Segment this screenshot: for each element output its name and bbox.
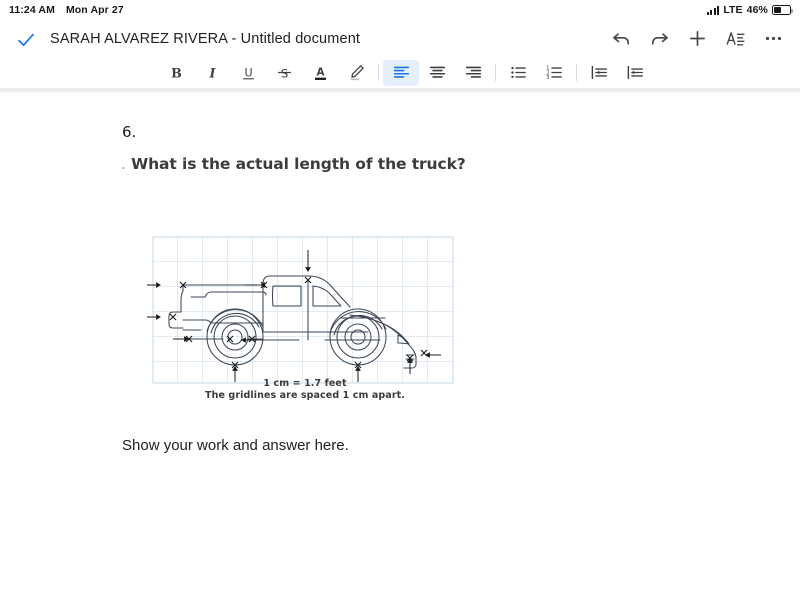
figure-caption-scale: 1 cm = 1.7 feet bbox=[145, 378, 465, 390]
align-right-icon bbox=[464, 63, 483, 82]
undo-button[interactable] bbox=[602, 20, 640, 57]
highlight-button[interactable] bbox=[338, 60, 374, 86]
highlighter-pen-icon bbox=[347, 63, 366, 82]
text-color-button[interactable]: A bbox=[302, 60, 338, 86]
svg-text:I: I bbox=[208, 65, 216, 80]
truck-diagram-image[interactable]: 1 cm = 1.7 feet The gridlines are spaced… bbox=[145, 234, 465, 412]
align-left-button[interactable] bbox=[383, 60, 419, 86]
align-left-icon bbox=[392, 63, 411, 82]
toolbar-divider bbox=[576, 64, 577, 81]
status-bar-right: LTE 46% bbox=[707, 5, 791, 16]
svg-text:S: S bbox=[280, 66, 288, 80]
toolbar-divider bbox=[495, 64, 496, 81]
numbered-list-icon: 1 2 3 bbox=[545, 63, 564, 82]
answer-prompt: Show your work and answer here. bbox=[122, 437, 349, 454]
document-header: SARAH ALVAREZ RIVERA - Untitled document bbox=[0, 20, 800, 57]
figure-caption: 1 cm = 1.7 feet The gridlines are spaced… bbox=[145, 378, 465, 402]
format-toolbar: B I U S A bbox=[0, 57, 800, 88]
bold-button[interactable]: B bbox=[158, 60, 194, 86]
italic-icon: I bbox=[203, 63, 222, 82]
increase-indent-button[interactable] bbox=[617, 60, 653, 86]
text-format-button[interactable] bbox=[716, 20, 754, 57]
done-check-button[interactable] bbox=[14, 28, 38, 52]
increase-indent-icon bbox=[626, 63, 645, 82]
align-center-icon bbox=[428, 63, 447, 82]
svg-text:B: B bbox=[171, 65, 182, 80]
toolbar-divider bbox=[378, 64, 379, 81]
cellular-signal-icon bbox=[707, 6, 720, 15]
align-right-button[interactable] bbox=[455, 60, 491, 86]
svg-text:3: 3 bbox=[546, 75, 549, 81]
status-bar-left: 11:24 AM Mon Apr 27 bbox=[9, 5, 124, 16]
header-actions bbox=[602, 20, 792, 57]
question-lead-dot: . bbox=[121, 155, 126, 173]
bold-icon: B bbox=[167, 63, 186, 82]
strikethrough-button[interactable]: S bbox=[266, 60, 302, 86]
status-network: LTE bbox=[723, 5, 742, 16]
insert-button[interactable] bbox=[678, 20, 716, 57]
underline-icon: U bbox=[239, 63, 258, 82]
question-number: 6. bbox=[122, 125, 136, 140]
text-format-icon bbox=[725, 28, 746, 49]
undo-icon bbox=[611, 28, 632, 49]
svg-text:U: U bbox=[244, 66, 252, 79]
status-date: Mon Apr 27 bbox=[66, 5, 124, 16]
figure-caption-gridnote: The gridlines are spaced 1 cm apart. bbox=[145, 390, 465, 402]
align-center-button[interactable] bbox=[419, 60, 455, 86]
question-text: What is the actual length of the truck? bbox=[131, 155, 466, 173]
document-title[interactable]: SARAH ALVAREZ RIVERA - Untitled document bbox=[50, 20, 360, 57]
status-bar: 11:24 AM Mon Apr 27 LTE 46% bbox=[0, 0, 800, 20]
underline-button[interactable]: U bbox=[230, 60, 266, 86]
status-battery-percent: 46% bbox=[747, 5, 768, 16]
document-canvas[interactable]: 6. . What is the actual length of the tr… bbox=[0, 94, 800, 600]
redo-button[interactable] bbox=[640, 20, 678, 57]
status-time: 11:24 AM bbox=[9, 5, 55, 16]
redo-icon bbox=[649, 28, 670, 49]
numbered-list-button[interactable]: 1 2 3 bbox=[536, 60, 572, 86]
decrease-indent-button[interactable] bbox=[581, 60, 617, 86]
bulleted-list-button[interactable] bbox=[500, 60, 536, 86]
check-icon bbox=[16, 30, 36, 50]
battery-icon bbox=[772, 5, 791, 15]
tablet-screen: 11:24 AM Mon Apr 27 LTE 46% SARAH ALVARE… bbox=[0, 0, 800, 600]
bulleted-list-icon bbox=[509, 63, 528, 82]
more-horizontal-icon bbox=[763, 28, 784, 49]
more-options-button[interactable] bbox=[754, 20, 792, 57]
decrease-indent-icon bbox=[590, 63, 609, 82]
plus-icon bbox=[687, 28, 708, 49]
strikethrough-icon: S bbox=[275, 63, 294, 82]
italic-button[interactable]: I bbox=[194, 60, 230, 86]
format-toolbar-items: B I U S A bbox=[158, 57, 653, 88]
truck-on-grid-svg bbox=[145, 234, 465, 384]
svg-text:A: A bbox=[316, 67, 324, 79]
text-color-icon: A bbox=[311, 63, 330, 82]
question-text-image: . What is the actual length of the truck… bbox=[121, 155, 466, 173]
